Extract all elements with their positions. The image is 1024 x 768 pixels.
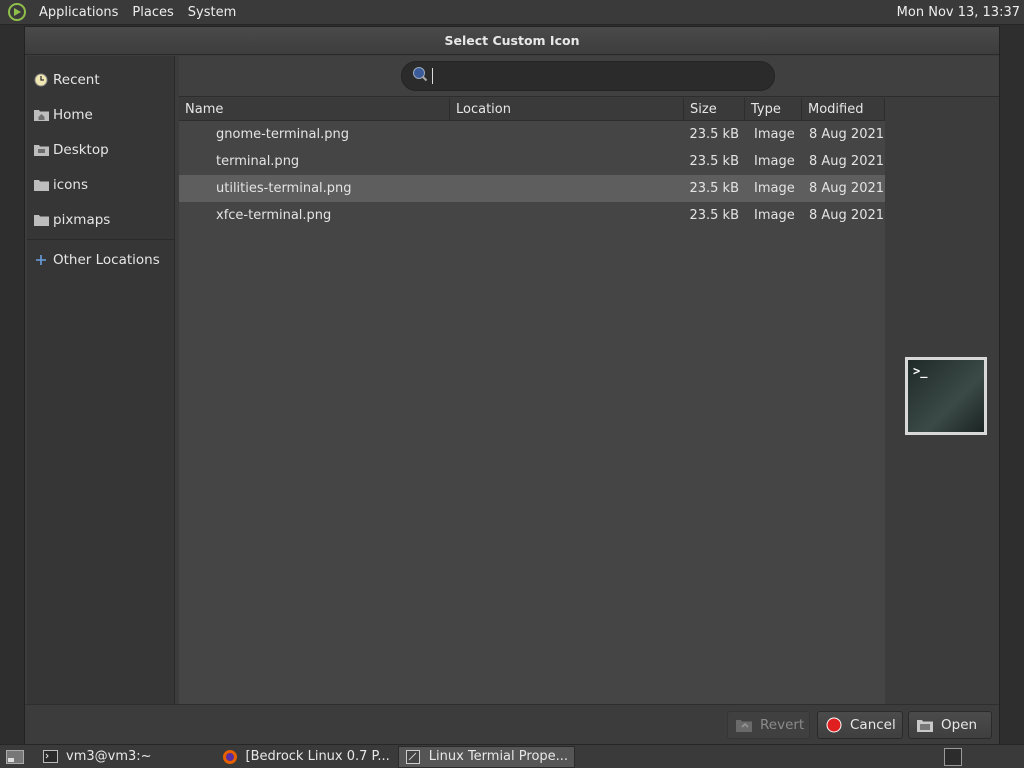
sidebar-item-label: Home (53, 106, 93, 123)
file-modified: 8 Aug 2021 (809, 127, 885, 142)
column-header-size[interactable]: Size (684, 98, 745, 120)
revert-button[interactable]: Revert (727, 711, 810, 739)
file-type: Image (754, 181, 795, 196)
select-icon-dialog: Select Custom Icon Recent Home Desktop i (24, 26, 1000, 744)
window-icon (405, 749, 421, 765)
home-folder-icon (33, 107, 49, 123)
taskbar-item-label: [Bedrock Linux 0.7 P... (245, 749, 390, 764)
terminal-prompt-glyph: >_ (913, 364, 928, 378)
cancel-icon (826, 717, 842, 733)
top-panel: Applications Places System Mon Nov 13, 1… (0, 0, 1024, 25)
file-modified: 8 Aug 2021 (809, 181, 885, 196)
file-name: xfce-terminal.png (216, 208, 332, 223)
dialog-title: Select Custom Icon (25, 27, 999, 55)
file-list: Name Location Size Type Modified gnome-t… (179, 98, 885, 704)
sidebar-item-home[interactable]: Home (27, 97, 174, 132)
column-header-row: Name Location Size Type Modified (179, 98, 885, 121)
plus-icon (33, 252, 49, 268)
search-input[interactable] (432, 68, 752, 84)
file-size: 23.5 kB (689, 181, 739, 196)
file-size: 23.5 kB (689, 208, 739, 223)
desktop-folder-icon (33, 142, 49, 158)
file-modified: 8 Aug 2021 (809, 154, 885, 169)
taskbar-item-firefox[interactable]: [Bedrock Linux 0.7 P... (216, 746, 396, 768)
search-bar (179, 56, 999, 97)
table-row-selected[interactable]: utilities-terminal.png 23.5 kB Image 8 A… (179, 175, 885, 202)
column-header-location[interactable]: Location (450, 98, 684, 120)
taskbar-item-terminal[interactable]: vm3@vm3:~ (36, 746, 158, 768)
file-modified: 8 Aug 2021 (809, 208, 885, 223)
sidebar-item-recent[interactable]: Recent (27, 62, 174, 97)
search-box[interactable] (401, 61, 775, 91)
file-type: Image (754, 127, 795, 142)
file-name: gnome-terminal.png (216, 127, 349, 142)
sidebar-item-label: Other Locations (53, 251, 160, 268)
column-header-type[interactable]: Type (745, 98, 802, 120)
folder-icon (33, 177, 49, 193)
open-folder-icon (917, 717, 933, 733)
cancel-label: Cancel (850, 717, 896, 733)
file-size: 23.5 kB (689, 154, 739, 169)
taskbar-item-label: Linux Termial Prope... (428, 749, 569, 764)
open-label: Open (941, 717, 978, 733)
revert-icon (736, 717, 752, 733)
sidebar-item-label: pixmaps (53, 211, 111, 228)
terminal-preview-image: >_ (908, 360, 984, 432)
preview-pane: >_ (885, 98, 999, 704)
places-menu[interactable]: Places (125, 0, 180, 25)
revert-label: Revert (760, 717, 805, 733)
file-type: Image (754, 154, 795, 169)
table-row[interactable]: gnome-terminal.png 23.5 kB Image 8 Aug 2… (179, 121, 885, 148)
sidebar-item-icons[interactable]: icons (27, 167, 174, 202)
bottom-taskbar: vm3@vm3:~ [Bedrock Linux 0.7 P... Linux … (0, 744, 1024, 768)
column-header-modified[interactable]: Modified (802, 98, 885, 120)
places-sidebar: Recent Home Desktop icons pixmaps Other … (27, 56, 175, 704)
workspace-switcher-icon[interactable] (944, 748, 962, 766)
taskbar-item-terminal-properties[interactable]: Linux Termial Prope... (397, 745, 576, 768)
sidebar-divider (27, 239, 174, 240)
sidebar-item-pixmaps[interactable]: pixmaps (27, 202, 174, 237)
file-name: terminal.png (216, 154, 300, 169)
file-name: utilities-terminal.png (216, 181, 352, 196)
icon-preview: >_ (905, 357, 987, 435)
column-header-name[interactable]: Name (179, 98, 450, 120)
sidebar-item-other-locations[interactable]: Other Locations (27, 242, 174, 277)
open-button[interactable]: Open (908, 711, 992, 739)
clock[interactable]: Mon Nov 13, 13:37 (897, 0, 1020, 25)
cancel-button[interactable]: Cancel (817, 711, 903, 739)
firefox-icon (222, 749, 238, 765)
folder-icon (33, 212, 49, 228)
table-row[interactable]: xfce-terminal.png 23.5 kB Image 8 Aug 20… (179, 202, 885, 229)
file-chooser-main: Name Location Size Type Modified gnome-t… (179, 56, 999, 704)
table-row[interactable]: terminal.png 23.5 kB Image 8 Aug 2021 (179, 148, 885, 175)
applications-menu[interactable]: Applications (32, 0, 125, 25)
recent-icon (33, 72, 49, 88)
distro-logo-icon[interactable] (6, 1, 28, 23)
terminal-icon (42, 749, 58, 765)
file-size: 23.5 kB (689, 127, 739, 142)
sidebar-item-label: icons (53, 176, 89, 193)
sidebar-item-label: Desktop (53, 141, 109, 158)
search-icon (412, 66, 428, 86)
sidebar-item-label: Recent (53, 71, 100, 88)
show-desktop-icon[interactable] (4, 747, 26, 767)
sidebar-item-desktop[interactable]: Desktop (27, 132, 174, 167)
dialog-button-bar: Revert Cancel Open (25, 704, 999, 744)
taskbar-item-label: vm3@vm3:~ (66, 749, 152, 764)
system-menu[interactable]: System (181, 0, 243, 25)
file-type: Image (754, 208, 795, 223)
